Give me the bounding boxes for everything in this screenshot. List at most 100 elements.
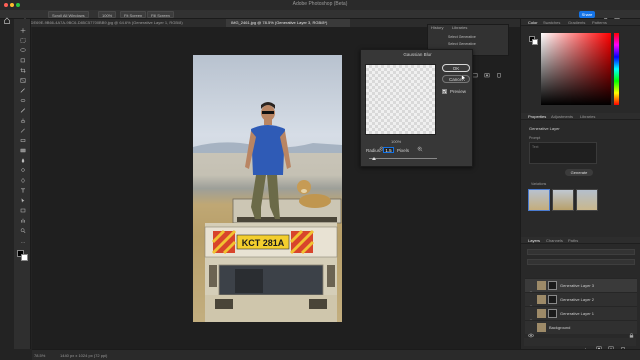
trash-icon[interactable]	[496, 65, 502, 78]
fx-icon[interactable]: fx	[584, 339, 590, 352]
tab-channels[interactable]: Channels	[546, 237, 563, 244]
workspace-icon[interactable]	[614, 11, 620, 23]
new-layer-icon[interactable]	[608, 339, 614, 352]
scroll-all-windows-checkbox[interactable]: Scroll All Windows	[48, 11, 89, 18]
clone-stamp-tool-icon[interactable]	[20, 118, 26, 123]
zoom-out-icon[interactable]	[379, 139, 385, 152]
move-tool-icon[interactable]	[20, 28, 26, 33]
tab-color[interactable]: Color	[528, 19, 538, 26]
layer-thumbnail	[537, 281, 546, 290]
tools-panel	[14, 19, 31, 349]
status-document-info[interactable]: 1440 px x 1024 px (72 ppi)	[60, 350, 107, 360]
layer-row[interactable]: Generative Layer 2	[525, 292, 637, 310]
tab-gradients[interactable]: Gradients	[568, 19, 585, 26]
layer-name: Generative Layer 2	[560, 297, 595, 302]
layer-name: Background	[549, 325, 571, 330]
history-item[interactable]: Select Generative	[448, 35, 476, 39]
tab-swatches[interactable]: Swatches	[543, 19, 560, 26]
dodge-tool-icon[interactable]	[20, 168, 26, 173]
visibility-eye-icon[interactable]	[528, 311, 534, 324]
object-selection-tool-icon[interactable]	[20, 58, 26, 63]
marquee-tool-icon[interactable]	[20, 38, 26, 43]
variation-thumbnail[interactable]	[552, 189, 574, 211]
preview-checkbox[interactable]	[442, 89, 447, 94]
tab-properties[interactable]: Properties	[528, 113, 546, 120]
layer-filter-bar[interactable]	[527, 249, 635, 255]
tab-document-2[interactable]: IMG_2461.jpg @ 78.5% (Generative Layer 3…	[226, 19, 350, 27]
hand-tool-icon[interactable]	[22, 11, 28, 23]
tab-layers[interactable]: Layers	[528, 237, 540, 244]
search-icon[interactable]	[603, 11, 609, 24]
tab-libraries-props[interactable]: Libraries	[580, 113, 595, 120]
radius-unit: Pixels	[397, 148, 410, 153]
blur-tool-icon[interactable]	[20, 158, 26, 163]
type-tool-icon[interactable]	[20, 188, 26, 193]
history-brush-tool-icon[interactable]	[20, 128, 26, 133]
rectangle-tool-icon[interactable]	[20, 208, 26, 213]
layer-row[interactable]: Background	[525, 320, 637, 338]
camera-icon[interactable]	[484, 65, 490, 78]
document-canvas[interactable]: KCT 281A	[193, 55, 342, 322]
tab-patterns[interactable]: Patterns	[592, 19, 607, 26]
eraser-tool-icon[interactable]	[20, 138, 26, 143]
layer-row[interactable]: Generative Layer 1	[525, 306, 637, 324]
tab-adjustments[interactable]: Adjustments	[551, 113, 573, 120]
zoom-100-button[interactable]: 100%	[98, 11, 117, 18]
blend-mode-bar[interactable]	[527, 259, 635, 265]
history-item[interactable]: Select Generative	[448, 42, 476, 46]
generate-button[interactable]: Generate	[565, 169, 593, 176]
variation-thumbnail[interactable]	[576, 189, 598, 211]
gaussian-blur-dialog: Gaussian Blur 100% OK Cancel Preview Rad…	[360, 49, 473, 167]
tab-document-1[interactable]: A4ADE69E-9B66-4A7A-9BC6-D85C57700BB9.jpg…	[18, 19, 226, 27]
tab-paths[interactable]: Paths	[568, 237, 578, 244]
tab-history[interactable]: History	[431, 25, 443, 31]
radius-slider[interactable]	[369, 158, 437, 159]
lasso-tool-icon[interactable]	[20, 48, 26, 53]
photoshop-window: Adobe Photoshop (Beta) Scroll All Window…	[0, 0, 640, 360]
crop-tool-icon[interactable]	[20, 68, 26, 73]
brush-tool-icon[interactable]	[20, 108, 26, 113]
fill-screen-button[interactable]: Fill Screen	[147, 11, 174, 18]
variation-thumbnail[interactable]	[528, 189, 550, 211]
status-zoom[interactable]: 78.5%	[34, 350, 45, 360]
prompt-input[interactable]: Text	[529, 142, 597, 164]
layers-footer: fx	[524, 338, 636, 352]
hand-tool-icon[interactable]	[20, 218, 26, 223]
color-panel-background-swatch[interactable]	[532, 39, 538, 45]
healing-brush-tool-icon[interactable]	[20, 98, 26, 103]
zoom-tool-icon[interactable]	[20, 228, 26, 233]
pen-tool-icon[interactable]	[20, 178, 26, 183]
gradient-tool-icon[interactable]	[20, 148, 26, 153]
visibility-eye-icon[interactable]	[528, 297, 534, 310]
add-mask-icon[interactable]	[596, 339, 602, 352]
tab-libraries[interactable]: Libraries	[452, 25, 467, 31]
layers-panel-header: Layers Channels Paths	[521, 237, 640, 244]
blur-preview-pane[interactable]	[365, 64, 436, 135]
photo-scene: KCT 281A	[193, 102, 342, 322]
frame-tool-icon[interactable]	[20, 78, 26, 83]
radius-slider-thumb[interactable]	[371, 157, 376, 160]
hue-slider[interactable]	[614, 33, 619, 105]
background-color-swatch[interactable]	[21, 254, 28, 261]
home-icon[interactable]	[4, 11, 10, 24]
layer-name: Generative Layer 3	[560, 283, 595, 288]
path-selection-tool-icon[interactable]	[20, 198, 26, 203]
fit-screen-button[interactable]: Fit Screen	[120, 11, 147, 18]
zoom-in-icon[interactable]	[417, 139, 423, 152]
visibility-eye-icon[interactable]	[528, 325, 534, 338]
layer-mask-thumbnail	[548, 309, 557, 318]
properties-panel-header: Properties Adjustments Libraries	[521, 113, 640, 120]
tab-label: A4ADE69E-9B66-4A7A-9BC6-D85C57700BB9.jpg…	[23, 20, 183, 25]
radius-input[interactable]: 1.5	[383, 147, 394, 153]
delete-layer-icon[interactable]	[620, 339, 626, 352]
layer-row[interactable]: Generative Layer 3	[525, 278, 637, 296]
properties-layer-type: Generative Layer	[529, 126, 560, 131]
share-button[interactable]: Share	[579, 11, 595, 18]
preview-label: Preview	[450, 89, 467, 94]
eyedropper-tool-icon[interactable]	[20, 88, 26, 93]
layer-mask-thumbnail	[548, 295, 557, 304]
lock-icon	[629, 325, 634, 338]
color-picker-field[interactable]	[541, 33, 611, 105]
visibility-eye-icon[interactable]	[528, 283, 534, 296]
more-tools-icon[interactable]	[20, 240, 26, 245]
